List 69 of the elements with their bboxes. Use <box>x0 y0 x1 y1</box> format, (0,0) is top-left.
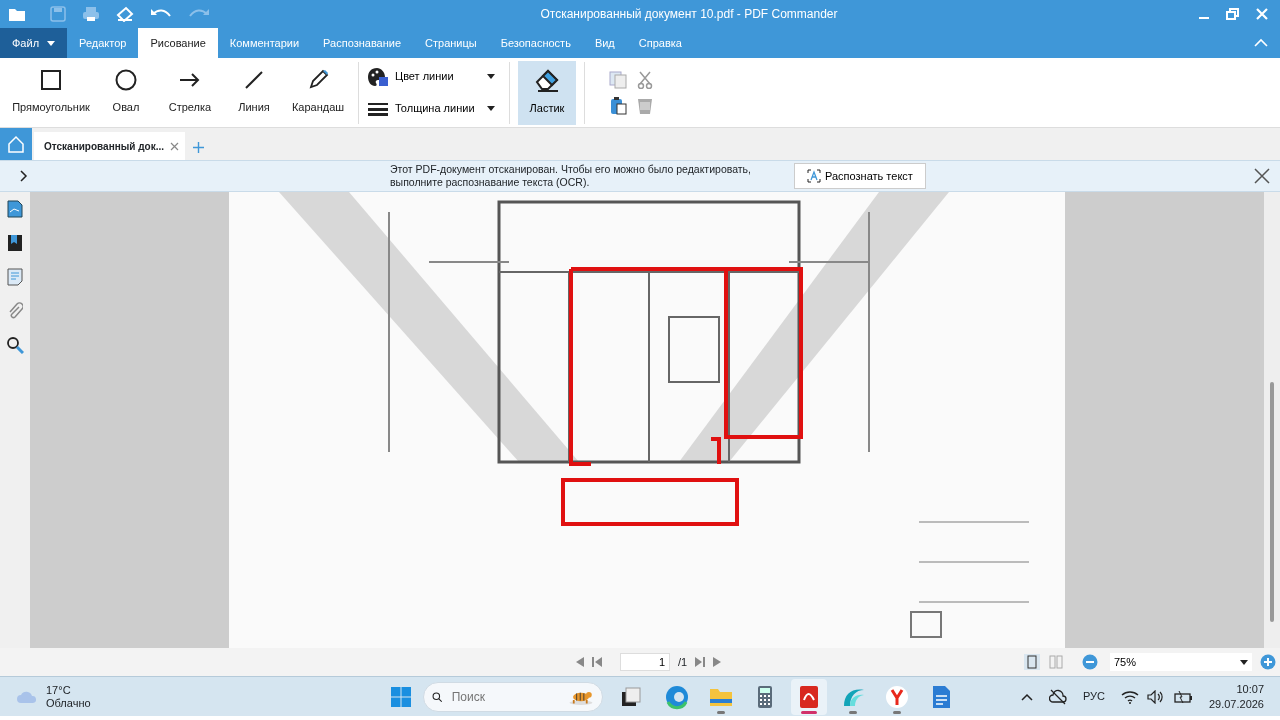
zoom-out-icon[interactable] <box>1082 654 1098 670</box>
search-box[interactable]: Поиск <box>422 681 603 712</box>
tool-button[interactable]: Прямоугольник <box>8 61 94 124</box>
zoom-in-icon[interactable] <box>1260 654 1276 670</box>
close-icon[interactable] <box>1254 168 1270 184</box>
caret-icon <box>1240 659 1248 665</box>
caret-icon <box>47 40 56 46</box>
temperature: 17°C <box>46 683 72 697</box>
save-icon[interactable] <box>50 6 66 22</box>
tool-button[interactable]: Карандаш <box>286 61 350 124</box>
ocr-message: Этот PDF-документ отсканирован. Чтобы его можно было редактировать, выполните распознавание текста (OCR). <box>390 163 752 189</box>
restore-icon[interactable] <box>1226 8 1240 20</box>
copy-icon[interactable] <box>609 70 627 89</box>
start-icon[interactable] <box>390 686 411 707</box>
document-tab[interactable]: Отсканированный док... <box>34 132 185 160</box>
scissors-icon[interactable] <box>637 70 653 89</box>
print-icon[interactable] <box>82 6 100 22</box>
dropdown-button[interactable]: Толщина линии <box>367 96 495 121</box>
line-width-icon <box>367 100 389 117</box>
scrollbar[interactable] <box>1270 382 1274 622</box>
search-field[interactable]: Поиск <box>449 686 560 707</box>
chevron-up-icon[interactable] <box>1020 692 1033 701</box>
first-page-icon[interactable] <box>592 657 602 667</box>
weather-text: Облачно <box>46 696 91 710</box>
home-icon <box>7 135 25 154</box>
language-indicator[interactable]: РУС <box>1082 688 1105 705</box>
caret-icon <box>487 74 495 79</box>
speaker-icon[interactable] <box>1146 689 1165 704</box>
wifi-icon[interactable] <box>1120 689 1139 704</box>
note-icon[interactable] <box>7 268 23 286</box>
window-title: Отсканированный документ 10.pdf - PDF Commander <box>540 7 838 21</box>
eraser-button[interactable]: Ластик <box>518 60 576 125</box>
close-icon[interactable] <box>170 141 179 151</box>
previous-page-icon[interactable] <box>576 657 584 667</box>
clock-date[interactable]: 29.07.2026 <box>1208 696 1264 712</box>
single-page-icon[interactable] <box>1024 654 1040 670</box>
paperclip-icon[interactable] <box>7 302 23 320</box>
add-tab-icon[interactable] <box>193 142 204 153</box>
palette-icon <box>367 66 389 87</box>
menu-tab[interactable]: Рисование <box>138 28 218 58</box>
collapse-icon[interactable] <box>1254 38 1268 47</box>
page-number-field[interactable]: 1 <box>620 653 670 671</box>
search-icon <box>431 689 442 704</box>
paste-icon[interactable] <box>609 96 627 115</box>
rectangle-icon <box>40 69 62 92</box>
page-icon[interactable] <box>7 200 23 218</box>
tool-button[interactable]: Овал <box>94 61 158 124</box>
caret-icon <box>487 106 495 111</box>
clock-time[interactable]: 10:07 <box>1236 681 1264 697</box>
eraser-icon <box>534 68 560 93</box>
file-menu[interactable]: Файл <box>0 28 68 58</box>
tool-button[interactable]: Стрелка <box>158 61 222 124</box>
circle-icon <box>115 69 137 92</box>
expand-icon[interactable] <box>20 170 28 182</box>
recognize-button[interactable]: Распознать текст <box>794 163 926 189</box>
folder-icon[interactable] <box>8 6 26 22</box>
page-count: /1 <box>678 654 688 670</box>
trash-icon[interactable] <box>637 96 653 115</box>
tool-button[interactable]: Линия <box>222 61 286 124</box>
ocr-icon <box>807 169 821 183</box>
dropdown-button[interactable]: Цвет линии <box>367 64 495 89</box>
two-page-icon[interactable] <box>1048 654 1064 670</box>
home-button[interactable] <box>0 128 32 160</box>
cloud-off-icon[interactable] <box>1048 688 1067 705</box>
next-page-icon[interactable] <box>713 657 722 667</box>
battery-icon[interactable] <box>1172 689 1193 704</box>
bookmark-icon[interactable] <box>7 234 23 252</box>
search-icon[interactable] <box>6 336 24 354</box>
last-page-icon[interactable] <box>695 657 706 667</box>
